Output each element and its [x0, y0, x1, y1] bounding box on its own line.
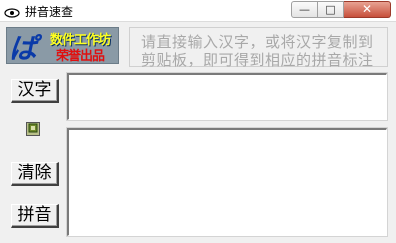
app-eye-icon — [4, 4, 20, 18]
logo-presents: 荣誉出品 — [56, 49, 105, 64]
small-paste-icon[interactable] — [26, 122, 40, 136]
instruction-hint: 请直接输入汉字，或将汉字复制到 剪贴板，即可得到相应的拼音标注 — [129, 27, 388, 69]
logo-mark: ぱ — [9, 32, 37, 64]
minimize-button[interactable]: — — [291, 1, 318, 18]
hint-line-2: 剪贴板，即可得到相应的拼音标注 — [141, 51, 374, 69]
hanzi-button[interactable]: 汉字 — [11, 79, 59, 103]
maximize-button[interactable]: □ — [318, 1, 344, 18]
logo: ぱ 数件工作坊 荣誉出品 — [6, 27, 119, 64]
hint-line-1: 请直接输入汉字，或将汉字复制到 — [141, 33, 374, 51]
title-bar: 拼音速查 — □ ✕ — [0, 0, 396, 22]
pinyin-button[interactable]: 拼音 — [11, 204, 59, 228]
clear-button[interactable]: 清除 — [11, 162, 59, 186]
close-button[interactable]: ✕ — [344, 1, 391, 18]
pinyin-output[interactable] — [66, 127, 388, 237]
hanzi-input[interactable] — [66, 72, 388, 121]
window-title: 拼音速查 — [25, 5, 74, 19]
